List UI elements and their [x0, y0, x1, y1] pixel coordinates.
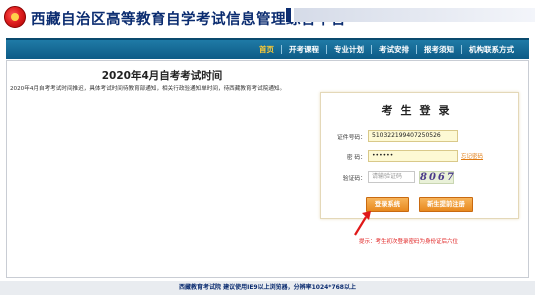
captcha-row: 验证码： 请输验证码 8067 [321, 170, 454, 184]
header: 西藏自治区高等教育自学考试信息管理综合平台 [0, 0, 535, 38]
password-field[interactable]: •••••• [368, 150, 458, 162]
forgot-password-link[interactable]: 忘记密码 [461, 152, 483, 160]
main-nav: 首页 开考课程 专业计划 考试安排 报考须知 机构联系方式 [6, 38, 529, 59]
notice-body: 2020年4月自考考试时间推迟，具体考试时间待教育部通知，相关行政验通知单时间，… [10, 86, 286, 92]
login-box: 考生登录 证件号码： 510322199407250526 密 码： •••••… [320, 92, 519, 219]
login-title: 考生登录 [381, 104, 458, 117]
captcha-label: 验证码： [342, 175, 366, 182]
nav-item-exam-schedule[interactable]: 考试安排 [372, 40, 416, 59]
password-row: 密 码： •••••• 忘记密码 [321, 150, 483, 162]
captcha-image[interactable]: 8067 [419, 170, 454, 184]
notice-title: 2020年4月自考考试时间 [101, 70, 223, 82]
login-hint: 提示：考生初次登录密码为身份证后六位 [359, 239, 459, 245]
nav-item-contacts[interactable]: 机构联系方式 [462, 40, 521, 59]
id-row: 证件号码： 510322199407250526 [321, 130, 458, 142]
register-button[interactable]: 新生提前注册 [419, 197, 473, 212]
password-label: 密 码： [346, 154, 366, 161]
captcha-field[interactable]: 请输验证码 [368, 171, 415, 183]
id-label: 证件号码： [337, 134, 366, 141]
nav-item-registration-notes[interactable]: 报考须知 [417, 40, 461, 59]
red-arrow-icon [354, 211, 371, 236]
header-decoration [286, 8, 535, 22]
emblem-icon [4, 6, 26, 28]
nav-item-major-plan[interactable]: 专业计划 [327, 40, 371, 59]
nav-item-home[interactable]: 首页 [252, 40, 281, 59]
id-number-field[interactable]: 510322199407250526 [368, 130, 458, 142]
nav-item-courses[interactable]: 开考课程 [282, 40, 326, 59]
footer: 西藏教育考试院 建议使用IE9以上浏览器，分辨率1024*768以上 [0, 281, 535, 295]
